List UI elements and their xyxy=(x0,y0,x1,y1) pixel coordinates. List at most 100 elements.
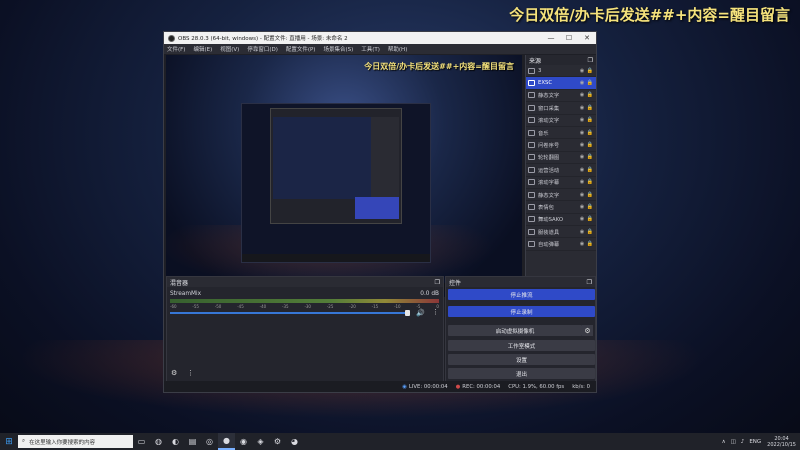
lock-icon[interactable]: 🔒 xyxy=(586,130,594,136)
source-type-icon xyxy=(528,80,535,87)
virtual-camera-gear-icon[interactable]: ⚙ xyxy=(582,325,593,336)
source-name: 音乐 xyxy=(538,130,549,137)
tray-chevron-icon[interactable]: ∧ xyxy=(722,439,726,445)
obs-titlebar[interactable]: OBS 28.0.3 (64-bit, windows) - 配置文件: 直播用… xyxy=(164,32,596,44)
lock-icon[interactable]: 🔒 xyxy=(586,179,594,185)
visibility-eye-icon[interactable]: ◉ xyxy=(578,241,586,247)
lock-icon[interactable]: 🔒 xyxy=(586,204,594,210)
source-item[interactable]: 轮轮翻图 ◉ 🔒 xyxy=(526,152,596,165)
volume-slider-knob[interactable] xyxy=(405,310,410,316)
lock-icon[interactable]: 🔒 xyxy=(586,92,594,98)
preview-canvas[interactable]: 今日双倍/办卡后发送##+内容=醒目留言 xyxy=(166,55,522,297)
source-item[interactable]: 滚动文字 ◉ 🔒 xyxy=(526,115,596,127)
lock-icon[interactable]: 🔒 xyxy=(586,192,594,198)
visibility-eye-icon[interactable]: ◉ xyxy=(578,229,586,235)
lock-icon[interactable]: 🔒 xyxy=(586,241,594,247)
menu-view[interactable]: 视图(V) xyxy=(220,45,239,53)
source-item[interactable]: 静态文字 ◉ 🔒 xyxy=(526,189,596,202)
maximize-button[interactable]: ☐ xyxy=(560,34,578,42)
wechat-icon[interactable]: ◉ xyxy=(235,433,252,450)
source-type-icon xyxy=(528,142,535,149)
mixer-menu-icon[interactable]: ⋮ xyxy=(432,308,439,316)
minimize-button[interactable]: — xyxy=(542,34,560,42)
obs-window: OBS 28.0.3 (64-bit, windows) - 配置文件: 直播用… xyxy=(163,31,597,393)
close-button[interactable]: ✕ xyxy=(578,34,596,42)
dock-float-icon[interactable]: ❐ xyxy=(588,57,593,64)
stop-streaming-button[interactable]: 停止推流 xyxy=(448,289,595,300)
visibility-eye-icon[interactable]: ◉ xyxy=(578,92,586,98)
source-item[interactable]: 服装道具 ◉ 🔒 xyxy=(526,226,596,239)
visibility-eye-icon[interactable]: ◉ xyxy=(578,192,586,198)
visibility-eye-icon[interactable]: ◉ xyxy=(578,105,586,111)
obs-logo-icon xyxy=(168,34,175,42)
visibility-eye-icon[interactable]: ◉ xyxy=(578,179,586,185)
source-item[interactable]: 3 ◉ 🔒 xyxy=(526,65,596,78)
app-icon[interactable]: ◐ xyxy=(167,433,184,450)
menu-help[interactable]: 帮助(H) xyxy=(388,45,407,53)
speaker-icon[interactable]: 🔊 xyxy=(416,309,425,317)
visibility-eye-icon[interactable]: ◉ xyxy=(578,142,586,148)
visibility-eye-icon[interactable]: ◉ xyxy=(578,68,586,74)
taskbar-search-box[interactable]: ⌕ 在这里输入你要搜索的内容 xyxy=(18,435,133,448)
taskbar-clock[interactable]: 20:04 2022/10/15 xyxy=(767,436,796,448)
search-placeholder: 在这里输入你要搜索的内容 xyxy=(29,439,96,446)
studio-mode-button[interactable]: 工作室模式 xyxy=(448,340,595,351)
lock-icon[interactable]: 🔒 xyxy=(586,142,594,148)
lock-icon[interactable]: 🔒 xyxy=(586,68,594,74)
visibility-eye-icon[interactable]: ◉ xyxy=(578,216,586,222)
lock-icon[interactable]: 🔒 xyxy=(586,105,594,111)
advanced-audio-gear-icon[interactable]: ⚙ xyxy=(171,369,177,377)
start-virtual-camera-button[interactable]: 启动虚拟摄像机 xyxy=(448,325,582,336)
exit-button[interactable]: 退出 xyxy=(448,368,595,379)
obs-taskbar-icon[interactable]: ● xyxy=(218,433,235,450)
visibility-eye-icon[interactable]: ◉ xyxy=(578,204,586,210)
source-item[interactable]: EXSC ◉ 🔒 xyxy=(526,77,596,90)
source-item[interactable]: 表情包 ◉ 🔒 xyxy=(526,201,596,214)
source-item[interactable]: 自动弹幕 ◉ 🔒 xyxy=(526,238,596,251)
task-view-icon[interactable]: ▭ xyxy=(133,433,150,450)
discord-icon[interactable]: ◕ xyxy=(286,433,303,450)
dock-float-icon[interactable]: ❐ xyxy=(435,279,440,286)
visibility-eye-icon[interactable]: ◉ xyxy=(578,80,586,86)
windows-start-icon[interactable]: ⊞ xyxy=(0,437,18,447)
volume-icon[interactable]: ♪ xyxy=(741,439,745,445)
lock-icon[interactable]: 🔒 xyxy=(586,154,594,160)
lock-icon[interactable]: 🔒 xyxy=(586,117,594,123)
mixer-more-icon[interactable]: ⋮ xyxy=(187,369,194,377)
input-language[interactable]: ENG xyxy=(749,439,761,445)
network-icon[interactable]: ◫ xyxy=(731,439,736,445)
source-name: 服装道具 xyxy=(538,229,560,236)
dock-float-icon[interactable]: ❐ xyxy=(587,279,592,286)
source-type-icon xyxy=(528,67,535,74)
source-item[interactable]: 舞动SAKO ◉ 🔒 xyxy=(526,214,596,227)
menu-tools[interactable]: 工具(T) xyxy=(361,45,380,53)
browser-icon[interactable]: ◎ xyxy=(201,433,218,450)
visibility-eye-icon[interactable]: ◉ xyxy=(578,167,586,173)
settings-gear-icon[interactable]: ⚙ xyxy=(269,433,286,450)
stop-recording-button[interactable]: 停止录制 xyxy=(448,306,595,317)
lock-icon[interactable]: 🔒 xyxy=(586,80,594,86)
source-item[interactable]: 窗口采集 ◉ 🔒 xyxy=(526,102,596,115)
steam-icon[interactable]: ◈ xyxy=(252,433,269,450)
menu-edit[interactable]: 编辑(E) xyxy=(193,45,212,53)
visibility-eye-icon[interactable]: ◉ xyxy=(578,117,586,123)
menu-profile[interactable]: 配置文件(P) xyxy=(286,45,316,53)
lock-icon[interactable]: 🔒 xyxy=(586,167,594,173)
nested-taskbar xyxy=(242,254,430,262)
menu-docks[interactable]: 停靠窗口(D) xyxy=(247,45,278,53)
lock-icon[interactable]: 🔒 xyxy=(586,216,594,222)
settings-button[interactable]: 设置 xyxy=(448,354,595,365)
xbox-icon[interactable]: ◍ xyxy=(150,433,167,450)
source-item[interactable]: 问卷序号 ◉ 🔒 xyxy=(526,139,596,152)
volume-slider[interactable] xyxy=(170,312,408,314)
visibility-eye-icon[interactable]: ◉ xyxy=(578,130,586,136)
visibility-eye-icon[interactable]: ◉ xyxy=(578,154,586,160)
source-item[interactable]: 静态文字 ◉ 🔒 xyxy=(526,90,596,103)
file-explorer-icon[interactable]: ▤ xyxy=(184,433,201,450)
source-item[interactable]: 音乐 ◉ 🔒 xyxy=(526,127,596,140)
source-item[interactable]: 运营活动 ◉ 🔒 xyxy=(526,164,596,177)
menu-scene-collection[interactable]: 场景集合(S) xyxy=(323,45,353,53)
source-item[interactable]: 滚动字幕 ◉ 🔒 xyxy=(526,177,596,189)
lock-icon[interactable]: 🔒 xyxy=(586,229,594,235)
menu-file[interactable]: 文件(F) xyxy=(167,45,185,53)
